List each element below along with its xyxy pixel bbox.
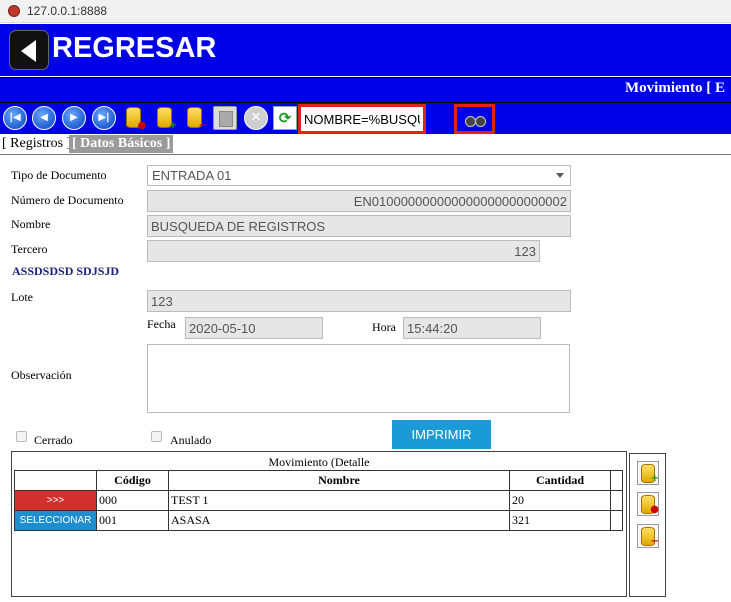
browser-address-bar: 127.0.0.1:8888 [0, 0, 731, 23]
refresh-icon: ⟳ [278, 109, 292, 127]
tab-registros[interactable]: [ Registros ] [2, 136, 71, 152]
cell-spacer [610, 490, 623, 511]
grid-caption: Movimiento (Detalle [268, 455, 370, 469]
column-header-codigo: Código [96, 470, 169, 491]
anulado-checkbox[interactable] [151, 431, 162, 442]
column-header-nombre: Nombre [168, 470, 510, 491]
refresh-button[interactable]: ⟳ [273, 106, 297, 130]
row-open-button[interactable]: >>> [14, 490, 97, 511]
tab-bar: [ Registros ] [ Datos Básicos ] [0, 135, 731, 155]
binoculars-icon [465, 114, 486, 127]
nombre-label: Nombre [11, 217, 51, 231]
minus-icon: − [650, 536, 659, 547]
cerrado-label: Cerrado [34, 433, 73, 447]
hora-label: Hora [372, 320, 396, 334]
minus-icon: − [198, 120, 208, 131]
plus-icon: + [168, 120, 178, 131]
cell-cantidad: 321 [509, 510, 611, 531]
search-filter-input[interactable] [298, 104, 426, 134]
anulado-label: Anulado [170, 433, 212, 447]
browser-url[interactable]: 127.0.0.1:8888 [27, 4, 107, 18]
find-button[interactable] [454, 104, 495, 134]
next-record-button[interactable]: ▶ [62, 106, 86, 130]
detail-grid: Movimiento (Detalle Código Nombre Cantid… [11, 451, 627, 597]
column-header-cantidad: Cantidad [509, 470, 611, 491]
add-detail-button[interactable]: + [637, 461, 659, 485]
cell-codigo: 001 [96, 510, 169, 531]
numero-documento-label: Número de Documento [11, 193, 124, 207]
floppy-disk-icon [219, 111, 233, 127]
arrow-left-icon [21, 40, 36, 62]
arrow-left-icon: ◀ [40, 112, 48, 123]
table-header-row: Código Nombre Cantidad [14, 470, 623, 491]
record-toolbar: |◀ ◀ ▶ ▶| ● + − ✕ ⟳ [0, 103, 731, 134]
action-column-header [14, 470, 97, 491]
numero-documento-field[interactable]: EN010000000000000000000000002 [147, 190, 571, 212]
search-badge-icon: ● [650, 504, 659, 515]
cancel-button[interactable]: ✕ [244, 106, 268, 130]
cerrado-checkbox[interactable] [16, 431, 27, 442]
hora-field[interactable]: 15:44:20 [403, 317, 541, 339]
grid-actions-panel: + ● − [629, 453, 666, 597]
site-favicon-icon [8, 5, 20, 17]
add-record-button[interactable]: + [154, 106, 178, 131]
fecha-label: Fecha [147, 317, 176, 331]
chevron-down-icon [556, 173, 564, 178]
spacer-column [610, 470, 623, 491]
save-button[interactable] [213, 106, 237, 130]
observacion-label: Observación [11, 368, 72, 382]
table-row[interactable]: >>> 000 TEST 1 20 [14, 490, 623, 511]
cell-codigo: 000 [96, 490, 169, 511]
lote-label: Lote [11, 290, 33, 304]
search-records-button[interactable]: ● [123, 106, 147, 131]
tipo-documento-value: ENTRADA 01 [152, 168, 232, 183]
app-header: REGRESAR [0, 24, 731, 76]
tercero-name: ASSDSDSD SDJSJD [12, 264, 120, 278]
tercero-field[interactable]: 123 [147, 240, 540, 262]
module-title-bar: Movimiento [ E [0, 77, 731, 103]
close-icon: ✕ [250, 110, 262, 125]
tipo-documento-label: Tipo de Documento [11, 168, 107, 182]
search-badge-icon: ● [137, 120, 147, 131]
cell-nombre: TEST 1 [168, 490, 510, 511]
tab-datos-basicos[interactable]: [ Datos Básicos ] [69, 135, 174, 153]
observacion-textarea[interactable] [147, 344, 570, 413]
tipo-documento-select[interactable]: ENTRADA 01 [147, 165, 571, 186]
plus-icon: + [650, 473, 659, 484]
module-title: Movimiento [ E [625, 80, 725, 96]
cell-nombre: ASASA [168, 510, 510, 531]
previous-record-button[interactable]: ◀ [32, 106, 56, 130]
delete-detail-button[interactable]: − [637, 524, 659, 548]
first-record-button[interactable]: |◀ [3, 106, 27, 130]
row-select-button[interactable]: SELECCIONAR [14, 510, 97, 531]
detail-table: Código Nombre Cantidad >>> 000 TEST 1 20… [14, 470, 623, 531]
delete-record-button[interactable]: − [184, 106, 208, 131]
skip-forward-icon: ▶| [98, 112, 110, 123]
table-row[interactable]: SELECCIONAR 001 ASASA 321 [14, 510, 623, 531]
back-button[interactable] [9, 30, 49, 70]
lote-field[interactable]: 123 [147, 290, 571, 312]
cell-cantidad: 20 [509, 490, 611, 511]
imprimir-button[interactable]: IMPRIMIR [392, 420, 491, 449]
tercero-label: Tercero [11, 242, 48, 256]
nombre-field[interactable]: BUSQUEDA DE REGISTROS [147, 215, 571, 237]
skip-back-icon: |◀ [9, 112, 21, 123]
arrow-right-icon: ▶ [70, 112, 78, 123]
last-record-button[interactable]: ▶| [92, 106, 116, 130]
back-label[interactable]: REGRESAR [52, 32, 216, 65]
cell-spacer [610, 510, 623, 531]
fecha-field[interactable]: 2020-05-10 [185, 317, 323, 339]
search-detail-button[interactable]: ● [637, 492, 659, 516]
